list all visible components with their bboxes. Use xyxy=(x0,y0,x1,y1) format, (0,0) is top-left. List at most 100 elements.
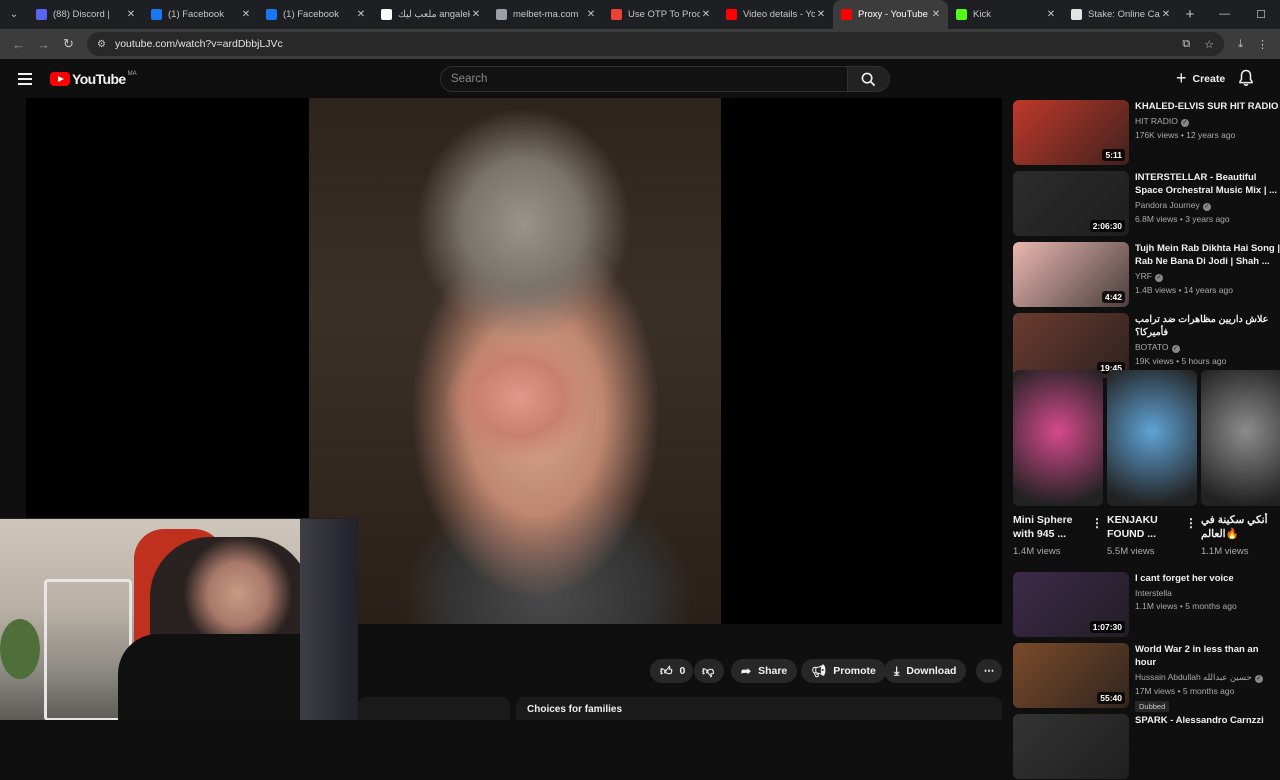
search-input[interactable] xyxy=(441,67,847,91)
browser-tab[interactable]: melbet-ma.com ✕ xyxy=(488,0,603,29)
forward-icon[interactable]: → xyxy=(31,37,56,52)
gmail-icon xyxy=(611,9,622,20)
youtube-logo[interactable]: YouTube MA xyxy=(50,71,137,87)
more-actions-button[interactable]: ⋯ xyxy=(976,659,1002,683)
new-tab-button[interactable]: + xyxy=(1178,6,1202,23)
thumbs-up-icon: 👍︎ xyxy=(660,663,673,678)
tab-search-button[interactable]: ⌄ xyxy=(0,0,28,29)
close-tab-icon[interactable]: ✕ xyxy=(470,9,482,20)
plus-icon: + xyxy=(1176,67,1187,88)
browser-tab[interactable]: Video details - Yo ✕ xyxy=(718,0,833,29)
related-video-item[interactable]: 55:40 World War 2 in less than an hour Hus… xyxy=(1013,643,1280,712)
video-thumbnail[interactable]: 4:42 xyxy=(1013,242,1129,307)
video-title: علاش داريين مظاهرات ضد ترامب فأميركا؟ xyxy=(1135,314,1269,338)
url-text: youtube.com/watch?v=ardDbbjLJVc xyxy=(114,38,283,50)
channel-name[interactable]: Interstella xyxy=(1135,588,1280,598)
channel-name[interactable]: BOTATO ✓ xyxy=(1135,342,1280,353)
short-menu-icon[interactable]: ⋮ xyxy=(1185,516,1197,530)
verified-check-icon: ✓ xyxy=(1202,203,1211,211)
short-thumbnail[interactable] xyxy=(1107,370,1197,506)
reload-icon[interactable]: ↻ xyxy=(56,36,81,52)
menu-icon[interactable]: ⋮ xyxy=(1257,38,1268,51)
promote-button[interactable]: 📢︎ Promote xyxy=(801,659,886,683)
globe-icon xyxy=(496,9,507,20)
search-button[interactable] xyxy=(848,66,890,92)
browser-tab[interactable]: Kick ✕ xyxy=(948,0,1063,29)
short-item[interactable]: أنكي سكينة في العالم🔥⋮1.1M views xyxy=(1201,370,1280,557)
back-icon[interactable]: ← xyxy=(6,37,31,52)
choices-for-families-chip[interactable]: Choices for families xyxy=(516,697,1002,720)
download-label: Download xyxy=(906,665,957,677)
site-info-icon[interactable]: ⚙ xyxy=(97,39,106,50)
youtube-studio-icon xyxy=(726,9,737,20)
verified-check-icon: ✓ xyxy=(1180,119,1189,127)
share-label: Share xyxy=(758,665,788,677)
browser-tab[interactable]: (1) Facebook ✕ xyxy=(258,0,373,29)
browser-tab[interactable]: (1) Facebook ✕ xyxy=(143,0,258,29)
install-app-icon[interactable]: ⧉ xyxy=(1182,38,1190,51)
more-horizontal-icon: ⋯ xyxy=(983,665,995,677)
close-tab-icon[interactable]: ✕ xyxy=(240,9,252,20)
short-thumbnail[interactable] xyxy=(1201,370,1280,506)
like-button[interactable]: 👍︎ 0 xyxy=(650,659,693,683)
short-thumbnail[interactable] xyxy=(1013,370,1103,506)
url-field[interactable]: ⚙ youtube.com/watch?v=ardDbbjLJVc ⧉ ☆ xyxy=(87,32,1225,56)
short-item[interactable]: Mini Sphere with 945 ... ⋮ 1.4M views xyxy=(1013,370,1103,557)
video-thumbnail[interactable] xyxy=(1013,714,1129,779)
create-button[interactable]: + Create xyxy=(1166,65,1235,93)
short-item[interactable]: KENJAKU FOUND ... ⋮ 5.5M views xyxy=(1107,370,1197,557)
downloads-icon[interactable]: ⤓ xyxy=(1238,38,1243,51)
video-thumbnail[interactable]: 2:06:30 xyxy=(1013,171,1129,236)
close-tab-icon[interactable]: ✕ xyxy=(930,9,942,20)
verified-check-icon: ✓ xyxy=(1254,675,1263,683)
plant-image xyxy=(0,619,40,679)
close-tab-icon[interactable]: ✕ xyxy=(700,9,712,20)
close-tab-icon[interactable]: ✕ xyxy=(1045,9,1057,20)
channel-name-text: Hussain Abdullah حسين عبدالله xyxy=(1135,672,1252,682)
video-thumbnail[interactable]: 5:11 xyxy=(1013,100,1129,165)
related-video-item[interactable]: 4:42 Tujh Mein Rab Dikhta Hai Song | Rab … xyxy=(1013,242,1280,308)
browser-tab-strip: ⌄ (88) Discord | ✕ (1) Facebook ✕ (1) Facebo… xyxy=(0,0,1280,29)
video-stats: 6.8M views • 3 years ago xyxy=(1135,214,1230,224)
browser-tab[interactable]: Proxy - YouTube ✕ xyxy=(833,0,948,29)
channel-name[interactable]: YRF ✓ xyxy=(1135,271,1280,282)
browser-tab[interactable]: Use OTP To Proce ✕ xyxy=(603,0,718,29)
channel-name[interactable]: Hussain Abdullah حسين عبدالله ✓ xyxy=(1135,672,1280,683)
youtube-header: YouTube MA + Create xyxy=(0,59,1280,99)
description-box[interactable] xyxy=(358,697,510,720)
channel-name[interactable]: HIT RADIO ✓ xyxy=(1135,116,1280,127)
channel-name[interactable]: Pandora Journey ✓ xyxy=(1135,200,1280,211)
hamburger-menu-icon[interactable] xyxy=(18,73,32,85)
bookmark-star-icon[interactable]: ☆ xyxy=(1204,38,1214,51)
related-video-item[interactable]: 2:06:30 INTERSTELLAR - Beautiful Space Or… xyxy=(1013,171,1280,237)
minimize-icon[interactable]: — xyxy=(1219,8,1230,21)
video-title: KHALED-ELVIS SUR HIT RADIO xyxy=(1135,101,1279,112)
share-button[interactable]: ➦ Share xyxy=(731,659,798,683)
related-video-item[interactable]: 5:11 KHALED-ELVIS SUR HIT RADIO HIT RADIO ✓… xyxy=(1013,100,1280,166)
address-bar-row: ← → ↻ ⚙ youtube.com/watch?v=ardDbbjLJVc … xyxy=(0,29,1280,59)
download-button[interactable]: ⤓ Download xyxy=(884,659,967,683)
close-tab-icon[interactable]: ✕ xyxy=(355,9,367,20)
close-tab-icon[interactable]: ✕ xyxy=(585,9,597,20)
browser-tab[interactable]: Stake: Online Ca ✕ xyxy=(1063,0,1178,29)
close-tab-icon[interactable]: ✕ xyxy=(815,9,827,20)
tab-title: (1) Facebook xyxy=(283,9,339,20)
like-count: 0 xyxy=(679,665,686,677)
notifications-bell-icon[interactable] xyxy=(1238,69,1254,92)
related-video-item[interactable]: 1:07:30 I cant forget her voice Interstell… xyxy=(1013,572,1280,638)
browser-tab[interactable]: ملعب ليك angalek ✕ xyxy=(373,0,488,29)
video-thumbnail[interactable]: 1:07:30 xyxy=(1013,572,1129,637)
close-tab-icon[interactable]: ✕ xyxy=(125,9,137,20)
shorts-shelf: Mini Sphere with 945 ... ⋮ 1.4M views KENJA… xyxy=(1013,370,1280,560)
video-thumbnail[interactable]: 19:45 xyxy=(1013,313,1129,378)
related-video-item[interactable]: SPARK - Alessandro Carnzzi xyxy=(1013,714,1280,780)
video-thumbnail[interactable]: 55:40 xyxy=(1013,643,1129,708)
short-title: أنكي سكينة في العالم🔥 xyxy=(1201,514,1268,540)
short-menu-icon[interactable]: ⋮ xyxy=(1091,516,1103,530)
close-tab-icon[interactable]: ✕ xyxy=(1160,9,1172,20)
video-title: SPARK - Alessandro Carnzzi xyxy=(1135,715,1264,726)
dislike-button[interactable]: 👎︎ xyxy=(694,659,724,683)
channel-name-text: HIT RADIO xyxy=(1135,116,1178,126)
browser-tab[interactable]: (88) Discord | ✕ xyxy=(28,0,143,29)
maximize-icon[interactable]: ☐ xyxy=(1256,8,1266,21)
